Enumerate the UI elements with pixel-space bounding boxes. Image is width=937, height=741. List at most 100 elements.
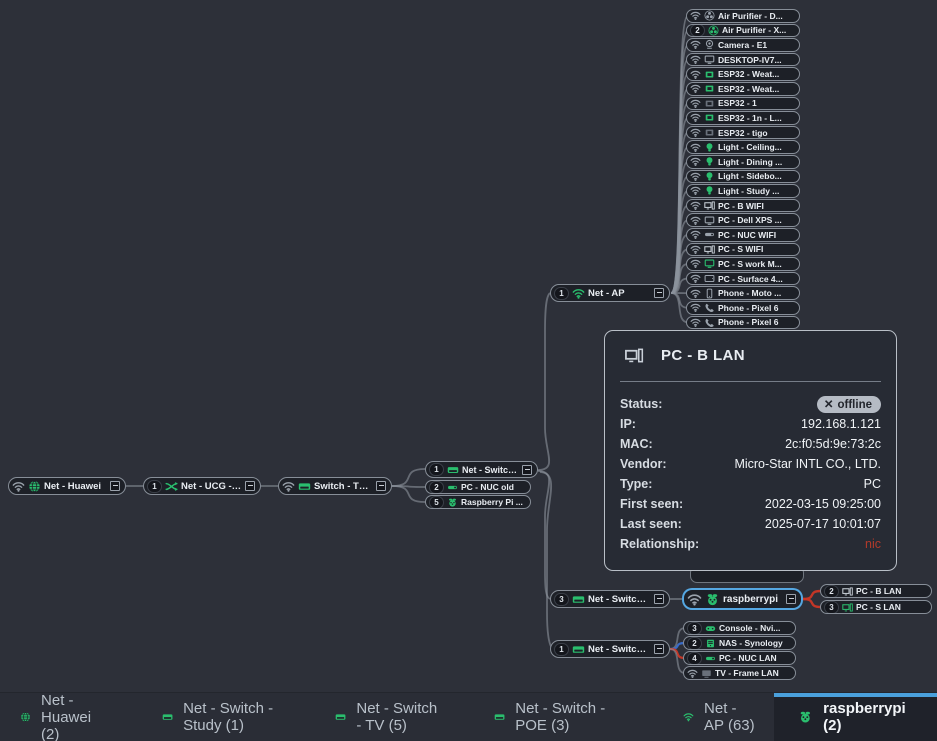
node-raspberry-pi[interactable]: 5 Raspberry Pi ... bbox=[425, 495, 531, 509]
node-ap-child[interactable]: Air Purifier - D... bbox=[686, 9, 800, 23]
tooltip-row-value: nic bbox=[865, 537, 881, 551]
node-pc-b-lan[interactable]: 2 PC - B LAN bbox=[820, 584, 932, 598]
node-net-huawei[interactable]: Net - Huawei bbox=[8, 477, 126, 495]
node-pc-nuc-old[interactable]: 2 PC - NUC old bbox=[425, 480, 531, 494]
tab-net-huawei-2[interactable]: Net - Huawei (2) bbox=[2, 693, 126, 741]
port-badge: 1 bbox=[429, 463, 444, 476]
node-ap-child[interactable]: ESP32 - 1 bbox=[686, 97, 800, 111]
node-ap-child[interactable]: ESP32 - 1n - L... bbox=[686, 111, 800, 125]
port-badge: 1 bbox=[554, 287, 569, 300]
wifi-icon bbox=[690, 215, 701, 226]
node-label: Raspberry Pi ... bbox=[461, 497, 525, 507]
edge bbox=[538, 293, 550, 470]
pc-icon bbox=[842, 602, 853, 613]
switch-icon bbox=[298, 480, 311, 493]
node-pc-s-lan[interactable]: 3 PC - S LAN bbox=[820, 600, 932, 614]
tab-net-switch-study-1[interactable]: Net - Switch - Study (1) bbox=[144, 693, 297, 741]
tooltip-row: MAC:2c:f0:5d:9e:73:2c bbox=[620, 434, 881, 454]
chip-icon bbox=[704, 69, 715, 80]
wifi-icon bbox=[690, 317, 701, 328]
raspberry-icon bbox=[447, 497, 458, 508]
collapse-button[interactable] bbox=[376, 481, 386, 491]
tab-raspberrypi-2[interactable]: raspberrypi (2) bbox=[774, 693, 937, 741]
tab-label: Net - AP (63) bbox=[704, 700, 756, 734]
node-label: Light - Dining ... bbox=[718, 157, 794, 167]
tab-net-switch-poe-3[interactable]: Net - Switch - POE (3) bbox=[476, 693, 625, 741]
node-ap-child[interactable]: DESKTOP-IV7... bbox=[686, 53, 800, 67]
node-ap-child[interactable]: Light - Dining ... bbox=[686, 155, 800, 169]
node-ap-child[interactable]: ESP32 - tigo bbox=[686, 126, 800, 140]
tooltip-row: Status:✕offline bbox=[620, 394, 881, 414]
node-label: Light - Study ... bbox=[718, 186, 794, 196]
edge bbox=[803, 599, 821, 607]
collapse-button[interactable] bbox=[654, 594, 664, 604]
node-net-switch-poe[interactable]: 1 Net - Switch - ... bbox=[550, 640, 670, 658]
node-ap-child[interactable]: 2 Air Purifier - X... bbox=[686, 24, 800, 38]
node-net-switch-study[interactable]: 1 Net - Switch - ... bbox=[425, 461, 538, 478]
switch-icon bbox=[335, 708, 346, 726]
node-switch-tp[interactable]: Switch - TP li... bbox=[278, 477, 392, 495]
wifi-icon bbox=[690, 244, 701, 255]
port-badge: 3 bbox=[687, 622, 702, 635]
node-console-nvidia[interactable]: 3 Console - Nvi... bbox=[683, 621, 796, 635]
collapse-button[interactable] bbox=[522, 465, 532, 475]
node-ap-child[interactable]: Phone - Pixel 6 bbox=[686, 301, 800, 315]
node-label: Air Purifier - D... bbox=[718, 11, 794, 21]
node-net-ap[interactable]: 1 Net - AP bbox=[550, 284, 670, 302]
edge bbox=[803, 591, 821, 599]
node-ap-child[interactable]: Phone - Moto ... bbox=[686, 286, 800, 300]
node-ap-child[interactable]: Camera - E1 bbox=[686, 38, 800, 52]
node-label: PC - B WIFI bbox=[718, 201, 794, 211]
node-ap-child[interactable]: PC - S work M... bbox=[686, 257, 800, 271]
node-ap-child[interactable]: PC - Dell XPS ... bbox=[686, 213, 800, 227]
collapse-button[interactable] bbox=[654, 288, 664, 298]
node-label: ESP32 - 1n - L... bbox=[718, 113, 794, 123]
node-label: ESP32 - Weat... bbox=[718, 84, 794, 94]
node-label: PC - Surface 4... bbox=[718, 274, 794, 284]
node-ap-child[interactable]: PC - Surface 4... bbox=[686, 272, 800, 286]
dongle-icon bbox=[704, 229, 715, 240]
node-raspberrypi[interactable]: raspberrypi bbox=[683, 589, 802, 609]
wifi-icon bbox=[690, 171, 701, 182]
tooltip-row-value: 2025-07-17 10:01:07 bbox=[765, 517, 881, 531]
wifi-icon bbox=[690, 127, 701, 138]
collapse-button[interactable] bbox=[654, 644, 664, 654]
node-ap-child[interactable]: PC - B WIFI bbox=[686, 199, 800, 213]
tab-net-ap-63[interactable]: Net - AP (63) bbox=[665, 693, 774, 741]
node-label: Console - Nvi... bbox=[719, 623, 790, 633]
wifi-icon bbox=[683, 708, 694, 726]
wifi-icon bbox=[12, 480, 25, 493]
port-badge: 1 bbox=[554, 643, 569, 656]
node-net-switch-tv[interactable]: 3 Net - Switch - ... bbox=[550, 590, 670, 608]
node-ap-child[interactable]: Phone - Pixel 6 bbox=[686, 316, 800, 330]
node-label: PC - NUC old bbox=[461, 482, 525, 492]
node-ap-child[interactable]: ESP32 - Weat... bbox=[686, 82, 800, 96]
node-ap-child[interactable]: Light - Sidebo... bbox=[686, 170, 800, 184]
collapse-button[interactable] bbox=[245, 481, 255, 491]
tooltip-row-label: Vendor: bbox=[620, 457, 667, 471]
node-pc-nuc-lan[interactable]: 4 PC - NUC LAN bbox=[683, 651, 796, 665]
node-ap-child[interactable]: ESP32 - Weat... bbox=[686, 67, 800, 81]
tab-net-switch-tv-5[interactable]: Net - Switch - TV (5) bbox=[317, 693, 458, 741]
node-label: Net - Switch - ... bbox=[588, 594, 651, 605]
node-ap-child[interactable]: PC - S WIFI bbox=[686, 243, 800, 257]
node-ap-child[interactable]: PC - NUC WIFI bbox=[686, 228, 800, 242]
edge bbox=[392, 469, 425, 486]
bulb-icon bbox=[704, 185, 715, 196]
node-label: Switch - TP li... bbox=[314, 481, 373, 492]
tooltip-row-value: Micro-Star INTL CO., LTD. bbox=[734, 457, 881, 471]
tab-label: Net - Switch - Study (1) bbox=[183, 700, 279, 734]
node-tv-frame-lan[interactable]: TV - Frame LAN bbox=[683, 666, 796, 680]
node-label: DESKTOP-IV7... bbox=[718, 55, 794, 65]
collapse-button[interactable] bbox=[110, 481, 120, 491]
camera-icon bbox=[704, 39, 715, 50]
tab-label: Net - Huawei (2) bbox=[41, 692, 108, 741]
pc-icon bbox=[842, 586, 853, 597]
node-ap-child[interactable]: Light - Ceiling... bbox=[686, 140, 800, 154]
wifi-icon bbox=[690, 39, 701, 50]
collapse-button[interactable] bbox=[786, 594, 796, 604]
node-nas-synology[interactable]: 2 NAS - Synology bbox=[683, 636, 796, 650]
node-ap-child[interactable]: Light - Study ... bbox=[686, 184, 800, 198]
node-net-ucg[interactable]: 1 Net - UCG - Ul... bbox=[143, 477, 261, 495]
wifi-icon bbox=[690, 112, 701, 123]
